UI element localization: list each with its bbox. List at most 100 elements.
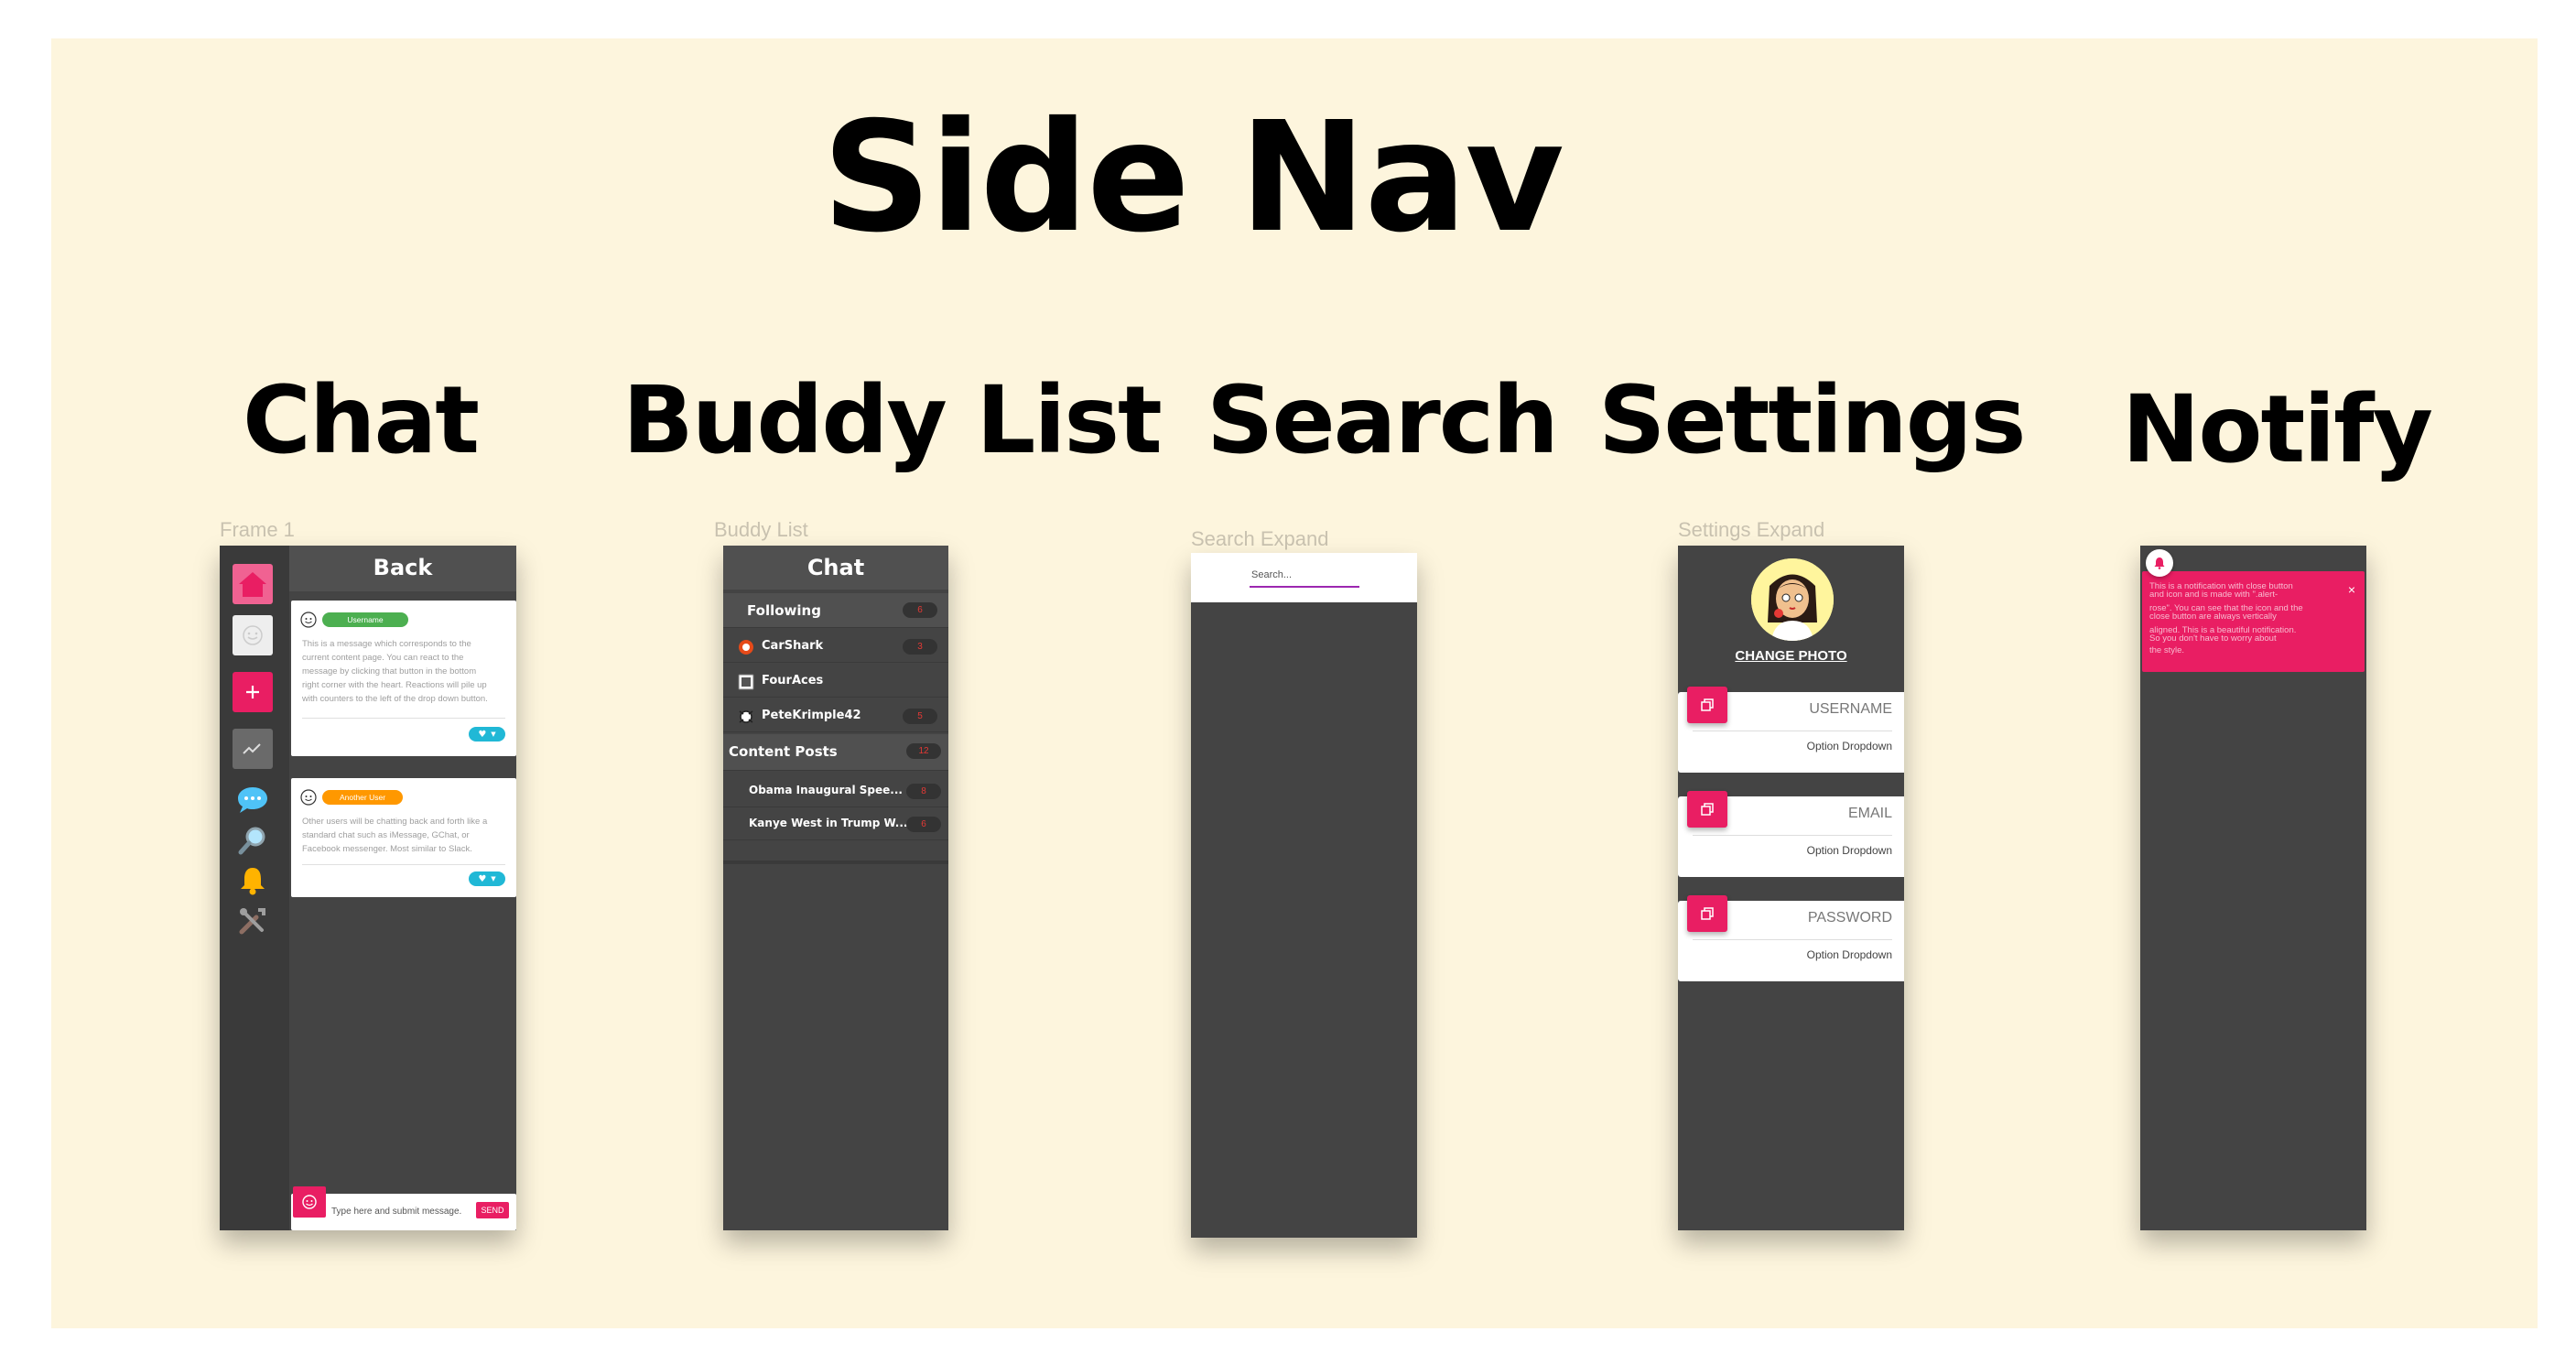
trending-button[interactable] bbox=[233, 729, 273, 769]
change-photo-link[interactable]: CHANGE PHOTO bbox=[1678, 648, 1904, 664]
bell-icon bbox=[241, 868, 265, 895]
add-button[interactable] bbox=[233, 672, 273, 712]
heart-icon: ♥ bbox=[478, 729, 487, 740]
section-title-notify: Notify bbox=[2122, 375, 2433, 484]
speech-bubble-icon bbox=[238, 787, 267, 813]
bell-icon bbox=[2154, 558, 2165, 569]
home-icon bbox=[239, 572, 266, 597]
buddy-row[interactable]: CarShark 3 bbox=[723, 630, 948, 663]
search-underline bbox=[1250, 586, 1359, 588]
search-frame: Search... bbox=[1191, 553, 1417, 1238]
chart-icon bbox=[243, 743, 261, 754]
copy-icon bbox=[1701, 698, 1714, 711]
search-button[interactable] bbox=[233, 822, 273, 859]
message-line: This is a message which corresponds to t… bbox=[302, 639, 471, 649]
section-title-buddy-list: Buddy List bbox=[622, 366, 1163, 475]
emoji-button[interactable] bbox=[293, 1186, 326, 1218]
message-composer: Type here and submit message. SEND bbox=[291, 1186, 516, 1230]
divider bbox=[302, 864, 505, 865]
buddy-header-title: Chat bbox=[806, 555, 865, 580]
post-title: Kanye West in Trump W... bbox=[749, 817, 908, 829]
chevron-down-icon: ▼ bbox=[491, 731, 496, 738]
back-label: Back bbox=[373, 555, 433, 580]
notify-frame: This is a notification with close button… bbox=[2140, 546, 2366, 1230]
message-line: with counters to the left of the drop do… bbox=[302, 694, 488, 704]
page-title: Side Nav bbox=[822, 90, 1564, 266]
buddy-name: CarShark bbox=[762, 639, 824, 653]
settings-field-icon-button bbox=[1687, 687, 1727, 723]
following-group[interactable]: Following 6 bbox=[723, 593, 948, 628]
post-title: Obama Inaugural Spee... bbox=[749, 784, 903, 796]
field-underline bbox=[1693, 939, 1892, 940]
option-dropdown[interactable]: Option Dropdown bbox=[1807, 948, 1892, 961]
message-line: message by clicking that button in the b… bbox=[302, 666, 477, 677]
buddy-count: 5 bbox=[903, 709, 937, 724]
buddy-header: Chat bbox=[723, 546, 948, 590]
content-posts-group[interactable]: Content Posts 12 bbox=[723, 734, 948, 771]
post-count: 6 bbox=[906, 817, 941, 832]
bitmoji-avatar bbox=[1751, 558, 1834, 641]
smiley-icon bbox=[243, 625, 263, 645]
buddy-row[interactable]: FourAces bbox=[723, 665, 948, 698]
avatar[interactable] bbox=[233, 615, 273, 655]
copy-icon bbox=[1701, 803, 1714, 816]
following-count: 6 bbox=[903, 602, 937, 618]
frame-label-search: Search Expand bbox=[1191, 527, 1329, 550]
message-line: right corner with the heart. Reactions w… bbox=[302, 680, 487, 690]
divider bbox=[302, 718, 505, 719]
message-input[interactable]: Type here and submit message. bbox=[331, 1207, 461, 1217]
password-field[interactable]: PASSWORD bbox=[1808, 910, 1892, 926]
notify-button[interactable] bbox=[233, 862, 273, 899]
chevron-down-icon: ▼ bbox=[491, 875, 496, 882]
settings-frame: CHANGE PHOTO USERNAME Option Dropdown EM… bbox=[1678, 546, 1904, 1230]
home-button[interactable] bbox=[233, 564, 273, 604]
car-shark-avatar-icon bbox=[739, 640, 753, 655]
frame-label-chat: Frame 1 bbox=[220, 518, 295, 541]
pete-avatar-icon bbox=[739, 710, 753, 723]
chat-frame: Back Username This is a message which co… bbox=[220, 546, 516, 1230]
buddy-count: 3 bbox=[903, 639, 937, 655]
chat-button[interactable] bbox=[233, 782, 273, 818]
option-dropdown[interactable]: Option Dropdown bbox=[1807, 844, 1892, 857]
settings-field-card: EMAIL Option Dropdown bbox=[1678, 791, 1904, 877]
username-badge[interactable]: Another User bbox=[322, 790, 403, 805]
message-card: Username This is a message which corresp… bbox=[291, 601, 516, 756]
notification-line: So you don't have to worry about bbox=[2149, 633, 2277, 644]
post-row[interactable]: Kanye West in Trump W... 6 bbox=[723, 807, 948, 840]
send-button[interactable]: SEND bbox=[476, 1202, 509, 1218]
settings-button[interactable] bbox=[233, 903, 273, 939]
notification-alert: This is a notification with close button… bbox=[2142, 571, 2365, 672]
notification-line: and icon and is made with ".alert- bbox=[2149, 590, 2278, 600]
plus-icon bbox=[246, 686, 259, 698]
user-avatar-icon bbox=[300, 789, 317, 806]
copy-icon bbox=[1701, 907, 1714, 920]
message-line: standard chat such as iMessage, GChat, o… bbox=[302, 830, 470, 840]
notification-line: the style. bbox=[2149, 645, 2185, 655]
profile-photo[interactable] bbox=[1751, 558, 1834, 641]
user-avatar-icon bbox=[300, 612, 317, 628]
section-title-chat: Chat bbox=[243, 366, 480, 475]
option-dropdown[interactable]: Option Dropdown bbox=[1807, 740, 1892, 752]
search-input[interactable]: Search... bbox=[1251, 569, 1292, 580]
buddy-name: PeteKrimple42 bbox=[762, 709, 861, 722]
content-posts-count: 12 bbox=[906, 743, 941, 759]
smiley-icon bbox=[302, 1195, 317, 1209]
email-field[interactable]: EMAIL bbox=[1848, 806, 1892, 822]
four-aces-avatar-icon bbox=[738, 674, 754, 690]
buddy-list-frame: Chat Following 6 CarShark 3 FourAces Pet… bbox=[723, 546, 948, 1230]
username-field[interactable]: USERNAME bbox=[1809, 701, 1892, 718]
buddy-row[interactable]: PeteKrimple42 5 bbox=[723, 699, 948, 732]
reaction-button[interactable]: ♥ ▼ bbox=[469, 871, 505, 886]
section-title-settings: Settings bbox=[1598, 366, 2026, 475]
following-label: Following bbox=[747, 602, 821, 619]
close-icon[interactable]: × bbox=[2348, 582, 2355, 597]
notification-line: close button are always vertically bbox=[2149, 612, 2277, 622]
back-header[interactable]: Back bbox=[289, 546, 516, 591]
reaction-button[interactable]: ♥ ▼ bbox=[469, 727, 505, 742]
section-title-search: Search bbox=[1207, 366, 1559, 475]
divider bbox=[723, 861, 948, 864]
magnifier-icon bbox=[238, 827, 265, 855]
post-count: 8 bbox=[906, 784, 941, 799]
post-row[interactable]: Obama Inaugural Spee... 8 bbox=[723, 774, 948, 807]
username-badge[interactable]: Username bbox=[322, 612, 408, 627]
